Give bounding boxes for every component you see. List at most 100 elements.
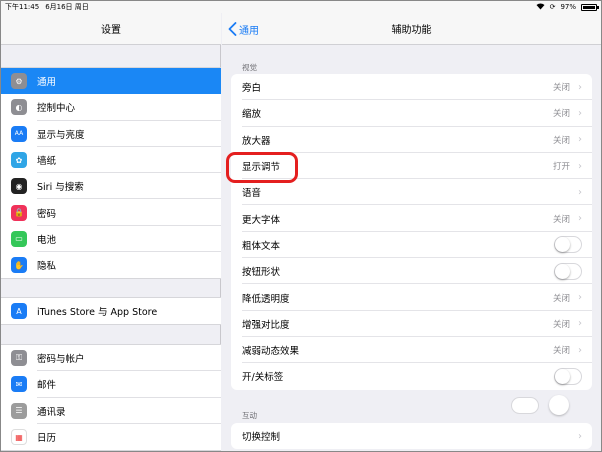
- text-size-icon: AA: [11, 125, 27, 142]
- status-date: 6月16日 周日: [45, 3, 89, 11]
- floating-knob-fragment: [549, 395, 569, 415]
- battery-icon: [581, 3, 599, 11]
- sidebar-item-label: 电池: [37, 234, 57, 246]
- row-label: 更大字体: [242, 214, 281, 226]
- chevron-right-icon: ›: [578, 213, 582, 225]
- settings-row[interactable]: 更大字体 关闭 ›: [231, 205, 592, 232]
- row-label: 增强对比度: [242, 319, 290, 331]
- settings-row[interactable]: 切换控制 ›: [231, 423, 592, 449]
- sidebar-item[interactable]: ◐ 控制中心: [1, 94, 221, 121]
- sidebar-item-label: 邮件: [37, 380, 57, 392]
- page-title: 辅助功能: [391, 25, 432, 36]
- sidebar-item[interactable]: ◉ Siri 与搜索: [1, 173, 221, 200]
- sidebar-item-label: 通讯录: [37, 406, 66, 418]
- row-label: 切换控制: [242, 432, 281, 444]
- sidebar-item[interactable]: ⚿ 密码与帐户: [1, 345, 221, 372]
- row-value: 关闭: [552, 135, 570, 146]
- row-label: 语音: [242, 188, 262, 200]
- row-value: 关闭: [552, 214, 570, 225]
- toggles-icon: ◐: [11, 99, 27, 116]
- chevron-left-icon: [228, 22, 237, 36]
- back-label: 通用: [239, 25, 259, 37]
- sidebar-item[interactable]: AiTunes Store 与 App Store: [1, 298, 221, 324]
- accessibility-pane: 通用 辅助功能 视觉 旁白 关闭 › 缩放 关闭 › 放大器 关闭 › 显示调节 打开 › 语音 › 更大字…: [222, 1, 601, 451]
- row-value: 关闭: [552, 83, 570, 94]
- key-icon: ⚿: [11, 350, 27, 367]
- chevron-right-icon: ›: [578, 292, 582, 304]
- sidebar-item-label: 显示与亮度: [37, 129, 85, 141]
- row-label: 按钮形状: [242, 267, 281, 279]
- mail-icon: ✉: [11, 376, 27, 393]
- sidebar-item[interactable]: ⚙ 通用: [1, 68, 221, 95]
- status-time: 下午11:45: [5, 3, 40, 11]
- hand-icon: ✋: [11, 257, 27, 274]
- app-store-icon: A: [11, 303, 27, 320]
- toggle-switch[interactable]: [554, 262, 582, 280]
- sidebar-item[interactable]: ✉ 邮件: [1, 371, 221, 398]
- sidebar-item[interactable]: ▭ 电池: [1, 226, 221, 253]
- chevron-right-icon: ›: [578, 160, 582, 172]
- settings-row[interactable]: 增强对比度 关闭 ›: [231, 311, 592, 337]
- sidebar-title: 设置: [1, 13, 221, 45]
- section-header-interaction: 互动: [242, 411, 257, 420]
- sidebar-item-label: 隐私: [37, 261, 57, 273]
- row-label: 放大器: [242, 135, 271, 147]
- toggle-switch[interactable]: [554, 236, 582, 254]
- settings-row[interactable]: 减弱动态效果 关闭 ›: [231, 337, 592, 364]
- rotation-lock-icon: ⟳: [549, 3, 556, 11]
- highlight-annotation: [226, 152, 298, 183]
- sidebar-item[interactable]: ✿ 墙纸: [1, 147, 221, 174]
- row-value: 关闭: [552, 319, 570, 330]
- row-value: 关闭: [552, 346, 570, 357]
- interaction-group: 切换控制 ›: [231, 423, 592, 450]
- calendar-icon: ▦: [11, 429, 27, 446]
- sidebar-item-label: 控制中心: [37, 103, 76, 115]
- settings-row[interactable]: 按钮形状: [231, 258, 592, 285]
- chevron-right-icon: ›: [578, 186, 582, 198]
- settings-row[interactable]: 降低透明度 关闭 ›: [231, 284, 592, 311]
- floating-toggle-fragment: [511, 397, 539, 414]
- settings-sidebar: 设置 ⚙ 通用 ◐ 控制中心 AA 显示与亮度 ✿ 墙纸 ◉ Siri 与搜索 🔒 密码 ▭ 电池 ✋ 隐私 …: [1, 1, 221, 451]
- sidebar-group-3: ⚿ 密码与帐户 ✉ 邮件 ☰ 通讯录 ▦ 日历: [1, 344, 221, 451]
- settings-row[interactable]: 缩放 关闭 ›: [231, 100, 592, 127]
- vision-group: 旁白 关闭 › 缩放 关闭 › 放大器 关闭 › 显示调节 打开 › 语音 › 更大字体 关闭 › 粗体文本 按钮形…: [231, 74, 592, 390]
- gear-icon: ⚙: [11, 73, 27, 90]
- battery-percent: 97%: [560, 3, 576, 11]
- sidebar-group-2: AiTunes Store 与 App Store: [1, 297, 221, 326]
- chevron-right-icon: ›: [578, 318, 582, 330]
- sidebar-item-label: Siri 与搜索: [37, 182, 84, 194]
- sidebar-item[interactable]: ☰ 通讯录: [1, 398, 221, 424]
- wifi-icon: [536, 2, 545, 12]
- section-header-vision: 视觉: [242, 63, 257, 72]
- sidebar-item-label: 通用: [37, 77, 57, 89]
- sidebar-item[interactable]: ✋ 隐私: [1, 252, 221, 278]
- sidebar-item-label: iTunes Store 与 App Store: [37, 307, 158, 319]
- sidebar-item[interactable]: ▦ 日历: [1, 424, 221, 450]
- row-label: 缩放: [242, 109, 262, 121]
- chevron-right-icon: ›: [578, 107, 582, 119]
- sidebar-item-label: 日历: [37, 433, 57, 445]
- back-button[interactable]: 通用: [228, 13, 259, 45]
- row-value: 关闭: [552, 109, 570, 120]
- chevron-right-icon: ›: [578, 430, 582, 442]
- settings-row[interactable]: 语音 ›: [231, 179, 592, 206]
- row-label: 减弱动态效果: [242, 346, 300, 358]
- row-label: 粗体文本: [242, 240, 281, 252]
- sidebar-item-label: 密码与帐户: [37, 354, 85, 366]
- sidebar-item[interactable]: 🔒 密码: [1, 199, 221, 226]
- sidebar-item[interactable]: AA 显示与亮度: [1, 121, 221, 147]
- contacts-icon: ☰: [11, 402, 27, 419]
- lock-icon: 🔒: [11, 204, 27, 221]
- status-bar: 下午11:45 6月16日 周日 ⟳ 97%: [1, 1, 601, 13]
- flower-icon: ✿: [11, 152, 27, 169]
- siri-icon: ◉: [11, 178, 27, 195]
- settings-row[interactable]: 旁白 关闭 ›: [231, 74, 592, 101]
- settings-row[interactable]: 开/关标签: [231, 363, 592, 389]
- row-label: 开/关标签: [242, 372, 284, 384]
- toggle-switch[interactable]: [554, 367, 582, 385]
- sidebar-item-label: 墙纸: [37, 156, 57, 168]
- sidebar-group-1: ⚙ 通用 ◐ 控制中心 AA 显示与亮度 ✿ 墙纸 ◉ Siri 与搜索 🔒 密码 ▭ 电池 ✋ 隐私: [1, 67, 221, 280]
- settings-row[interactable]: 放大器 关闭 ›: [231, 127, 592, 153]
- row-value: 关闭: [552, 293, 570, 304]
- settings-row[interactable]: 粗体文本: [231, 232, 592, 259]
